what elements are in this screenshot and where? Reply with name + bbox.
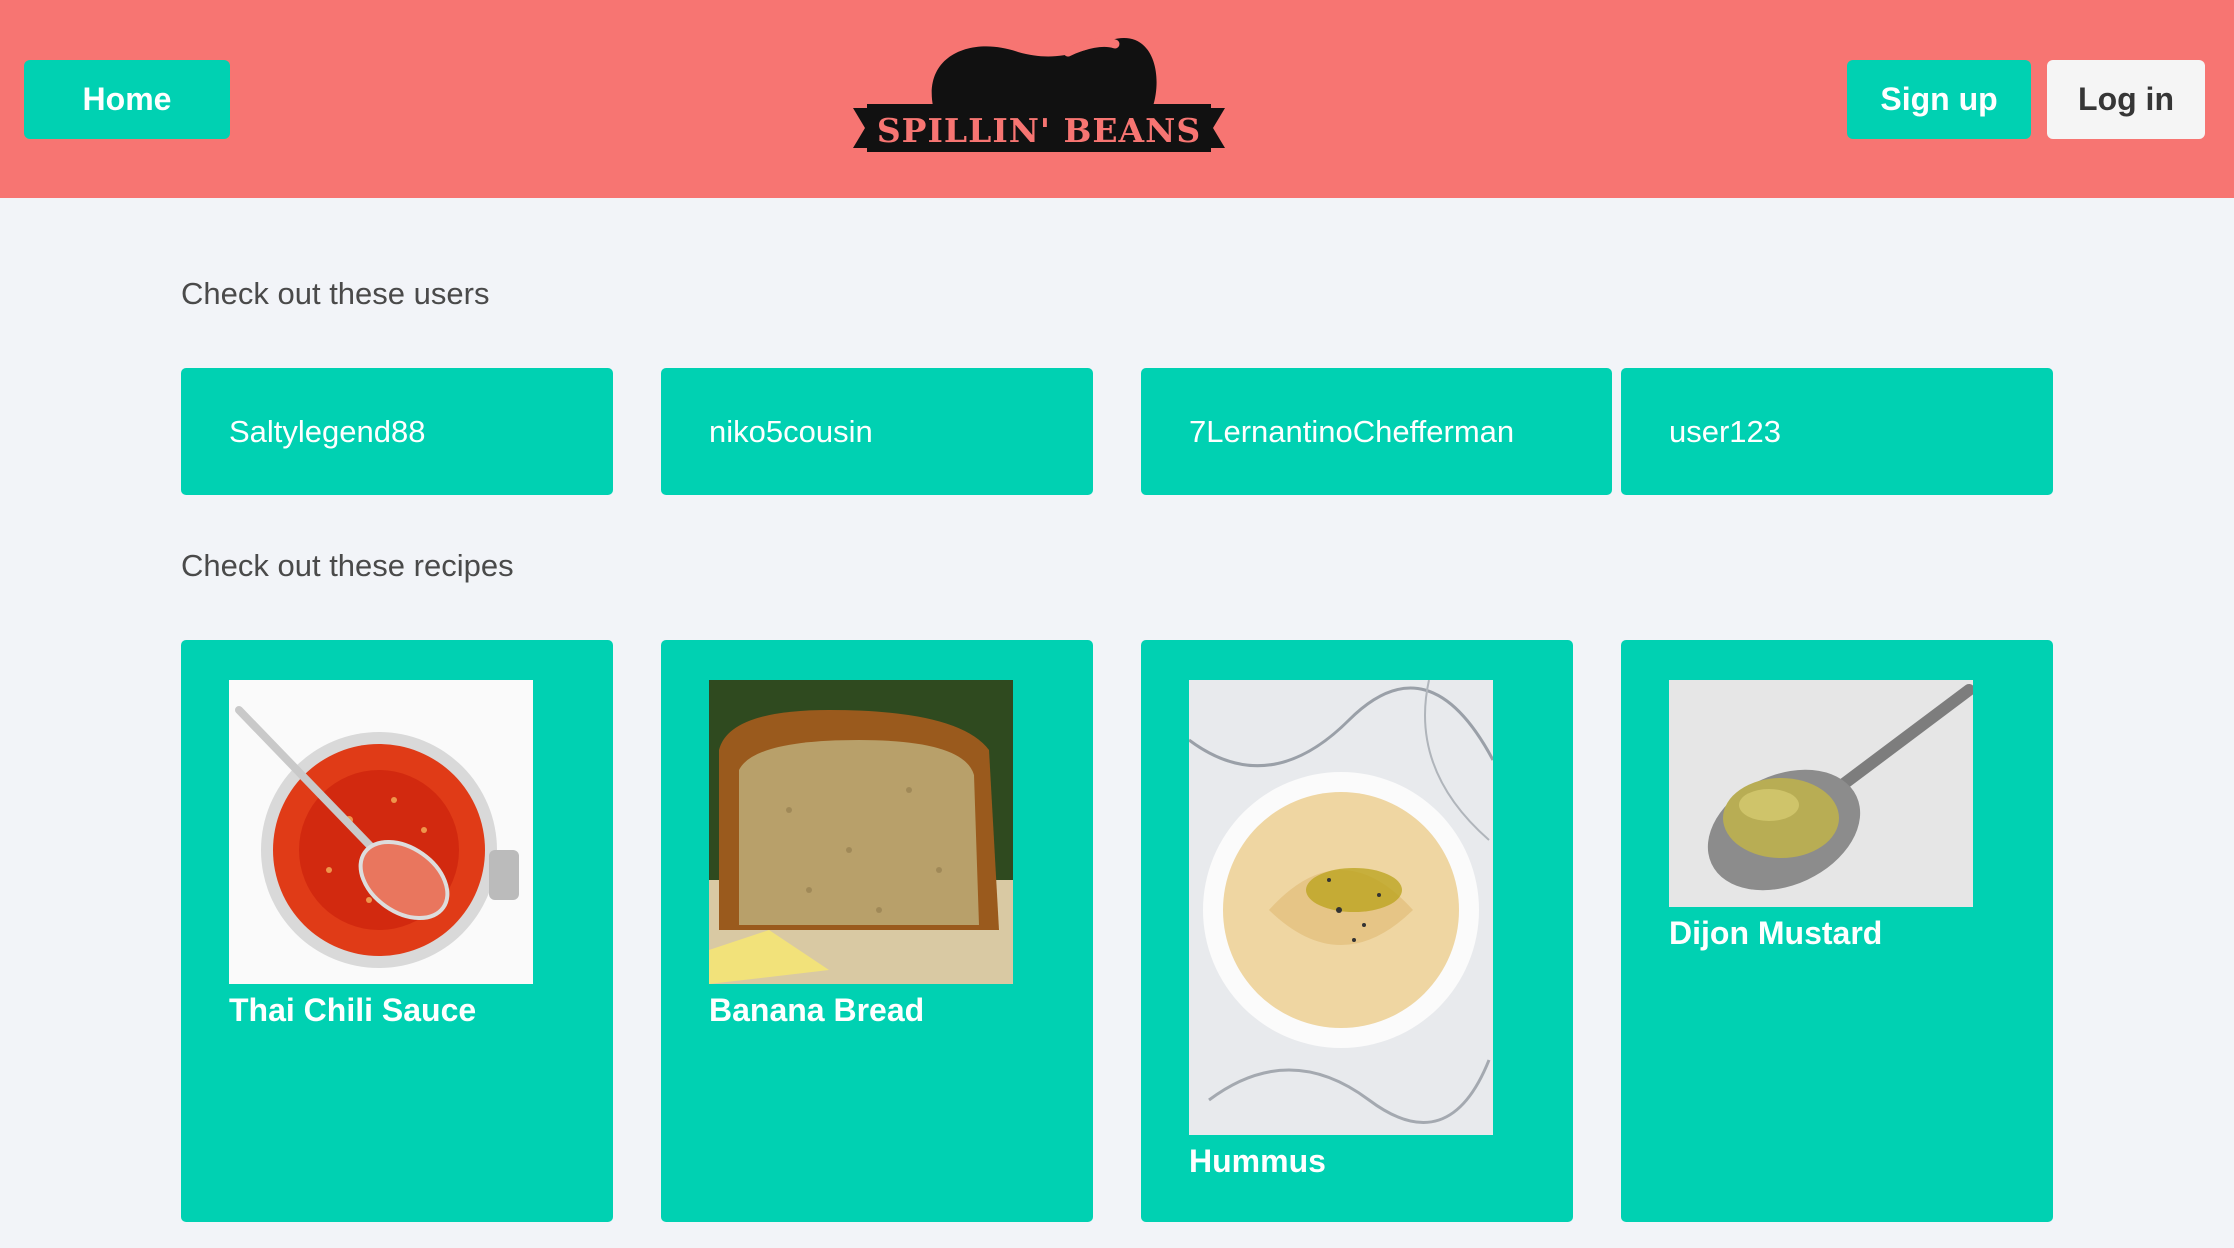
recipe-image-hummus [1189, 680, 1493, 1135]
recipe-card[interactable]: Thai Chili Sauce [181, 640, 613, 1222]
recipe-card[interactable]: Banana Bread [661, 640, 1093, 1222]
home-button[interactable]: Home [24, 60, 230, 139]
users-section-title: Check out these users [181, 276, 490, 311]
navbar: Home SPILLIN' BEANS Sign up Log in [0, 0, 2234, 198]
user-card[interactable]: user123 [1621, 368, 2053, 495]
recipe-name: Hummus [1189, 1143, 1326, 1179]
login-button[interactable]: Log in [2047, 60, 2205, 139]
recipe-name: Banana Bread [709, 992, 925, 1028]
recipe-name: Thai Chili Sauce [229, 992, 477, 1028]
recipe-image-dijon-mustard [1669, 680, 1973, 907]
recipe-image-thai-chili-sauce [229, 680, 533, 984]
recipe-card[interactable]: Hummus [1141, 640, 1573, 1222]
recipes-section-title: Check out these recipes [181, 548, 514, 583]
user-card[interactable]: Saltylegend88 [181, 368, 613, 495]
user-card[interactable]: niko5cousin [661, 368, 1093, 495]
recipe-card[interactable]: Dijon Mustard [1621, 640, 2053, 1222]
recipe-image-banana-bread [709, 680, 1013, 984]
spillin-beans-logo[interactable]: SPILLIN' BEANS [853, 34, 1225, 156]
signup-button[interactable]: Sign up [1847, 60, 2031, 139]
user-card[interactable]: 7LernantinoChefferman [1141, 368, 1612, 495]
logo-text: SPILLIN' BEANS [877, 111, 1201, 150]
recipe-name: Dijon Mustard [1669, 915, 1883, 951]
